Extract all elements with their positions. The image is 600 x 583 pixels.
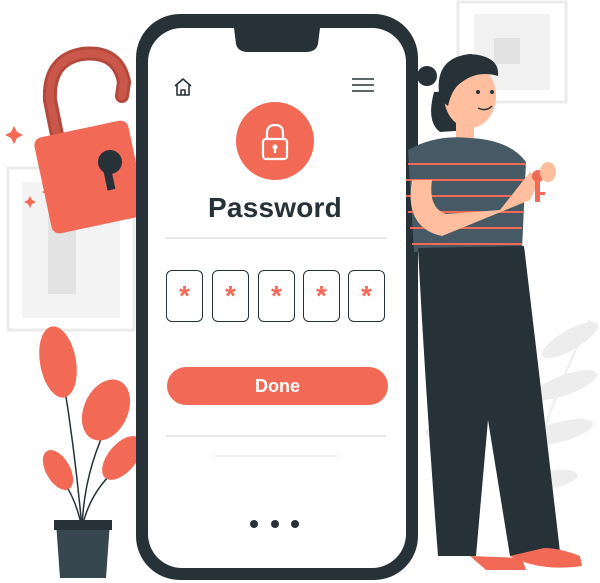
home-icon: [174, 78, 192, 96]
phone-screen: Password * * * * * Done: [0, 0, 600, 583]
menu-button[interactable]: [350, 74, 376, 96]
page-dot[interactable]: [271, 520, 279, 528]
hamburger-menu-icon: [352, 78, 374, 92]
pin-mask: *: [179, 280, 190, 311]
pin-digit-field[interactable]: *: [212, 270, 249, 322]
done-button[interactable]: Done: [167, 367, 388, 405]
pin-mask: *: [271, 280, 282, 311]
pin-digit-field[interactable]: *: [258, 270, 295, 322]
pin-mask: *: [361, 280, 372, 311]
pin-digit-field[interactable]: *: [303, 270, 340, 322]
screen-title: Password: [208, 192, 342, 223]
pin-digit-field[interactable]: *: [166, 270, 203, 322]
pin-mask: *: [316, 280, 327, 311]
home-button[interactable]: [171, 75, 195, 99]
lock-icon: [261, 123, 289, 161]
page-dot[interactable]: [291, 520, 299, 528]
lock-badge: [236, 102, 314, 180]
pin-mask: *: [225, 280, 236, 311]
page-dot[interactable]: [250, 520, 258, 528]
pin-digit-field[interactable]: *: [348, 270, 385, 322]
